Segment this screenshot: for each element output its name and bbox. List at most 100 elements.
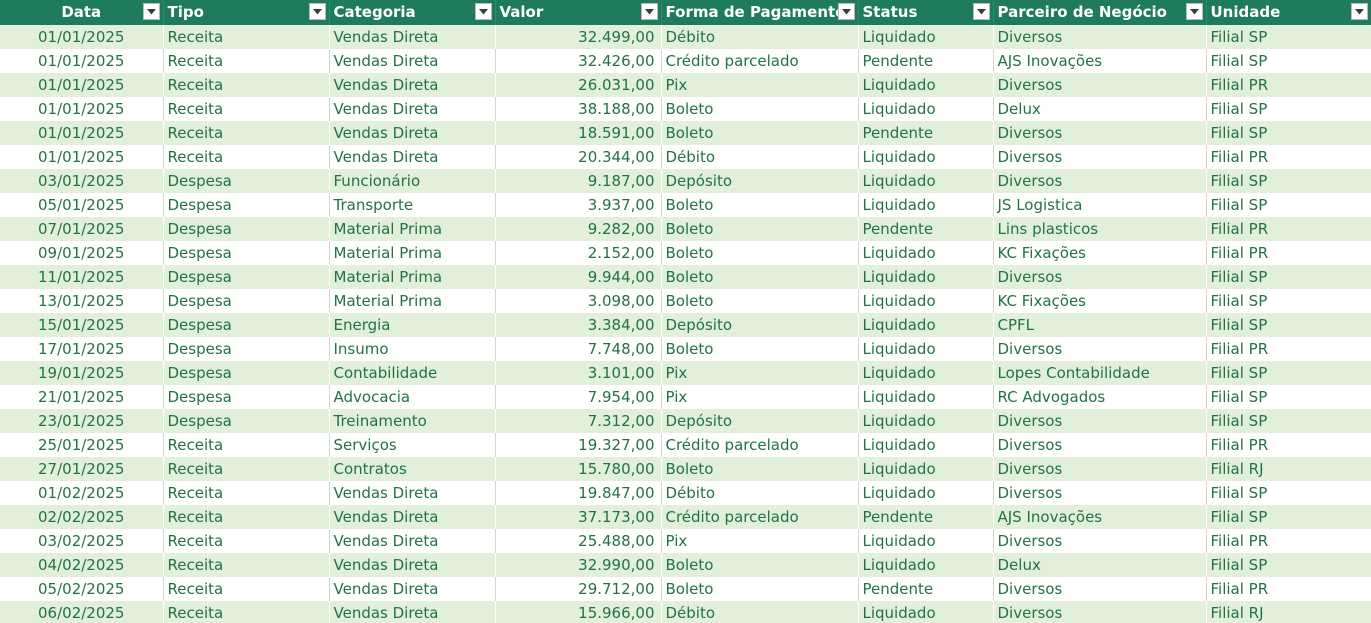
cell-tipo[interactable]: Receita: [163, 601, 330, 623]
cell-parceiro-de-negocio[interactable]: Delux: [993, 553, 1207, 577]
cell-unidade[interactable]: Filial PR: [1206, 433, 1371, 457]
cell-status[interactable]: Liquidado: [858, 361, 994, 385]
cell-tipo[interactable]: Receita: [163, 577, 330, 601]
cell-categoria[interactable]: Vendas Direta: [329, 73, 496, 97]
cell-categoria[interactable]: Funcionário: [329, 169, 496, 193]
cell-data[interactable]: 23/01/2025: [0, 409, 164, 433]
cell-forma-de-pagamento[interactable]: Pix: [661, 529, 859, 553]
cell-parceiro-de-negocio[interactable]: Diversos: [993, 577, 1207, 601]
cell-status[interactable]: Liquidado: [858, 601, 994, 623]
cell-unidade[interactable]: Filial PR: [1206, 241, 1371, 265]
cell-tipo[interactable]: Receita: [163, 529, 330, 553]
cell-data[interactable]: 27/01/2025: [0, 457, 164, 481]
cell-parceiro-de-negocio[interactable]: Lins plasticos: [993, 217, 1207, 241]
cell-categoria[interactable]: Vendas Direta: [329, 577, 496, 601]
cell-forma-de-pagamento[interactable]: Pix: [661, 385, 859, 409]
cell-tipo[interactable]: Receita: [163, 97, 330, 121]
cell-unidade[interactable]: Filial PR: [1206, 337, 1371, 361]
cell-unidade[interactable]: Filial SP: [1206, 505, 1371, 529]
cell-tipo[interactable]: Receita: [163, 25, 330, 49]
cell-parceiro-de-negocio[interactable]: Diversos: [993, 409, 1207, 433]
cell-forma-de-pagamento[interactable]: Débito: [661, 601, 859, 623]
column-header-data[interactable]: Data: [0, 0, 164, 25]
cell-valor[interactable]: 15.966,00: [495, 601, 662, 623]
cell-data[interactable]: 09/01/2025: [0, 241, 164, 265]
cell-data[interactable]: 05/01/2025: [0, 193, 164, 217]
table-row[interactable]: 11/01/2025 Despesa Material Prima 9.944,00 B…: [0, 265, 1371, 289]
table-row[interactable]: 19/01/2025 Despesa Contabilidade 3.101,00 Pi…: [0, 361, 1371, 385]
column-header-valor[interactable]: Valor: [495, 0, 662, 25]
cell-tipo[interactable]: Despesa: [163, 385, 330, 409]
cell-parceiro-de-negocio[interactable]: AJS Inovações: [993, 505, 1207, 529]
cell-status[interactable]: Liquidado: [858, 337, 994, 361]
cell-forma-de-pagamento[interactable]: Boleto: [661, 265, 859, 289]
cell-tipo[interactable]: Despesa: [163, 313, 330, 337]
cell-valor[interactable]: 32.990,00: [495, 553, 662, 577]
cell-unidade[interactable]: Filial RJ: [1206, 457, 1371, 481]
cell-categoria[interactable]: Vendas Direta: [329, 145, 496, 169]
cell-categoria[interactable]: Insumo: [329, 337, 496, 361]
table-row[interactable]: 01/01/2025 Receita Vendas Direta 32.499,00 D…: [0, 25, 1371, 49]
table-row[interactable]: 03/01/2025 Despesa Funcionário 9.187,00 Depó…: [0, 169, 1371, 193]
cell-forma-de-pagamento[interactable]: Crédito parcelado: [661, 433, 859, 457]
cell-forma-de-pagamento[interactable]: Boleto: [661, 289, 859, 313]
table-row[interactable]: 02/02/2025 Receita Vendas Direta 37.173,00 C…: [0, 505, 1371, 529]
cell-parceiro-de-negocio[interactable]: CPFL: [993, 313, 1207, 337]
cell-tipo[interactable]: Receita: [163, 553, 330, 577]
cell-forma-de-pagamento[interactable]: Boleto: [661, 577, 859, 601]
cell-categoria[interactable]: Material Prima: [329, 265, 496, 289]
cell-unidade[interactable]: Filial SP: [1206, 121, 1371, 145]
cell-status[interactable]: Liquidado: [858, 241, 994, 265]
cell-status[interactable]: Liquidado: [858, 169, 994, 193]
column-header-parceiro-de-negocio[interactable]: Parceiro de Negócio: [993, 0, 1207, 25]
cell-unidade[interactable]: Filial SP: [1206, 25, 1371, 49]
cell-data[interactable]: 25/01/2025: [0, 433, 164, 457]
cell-forma-de-pagamento[interactable]: Boleto: [661, 97, 859, 121]
cell-valor[interactable]: 7.954,00: [495, 385, 662, 409]
cell-parceiro-de-negocio[interactable]: Diversos: [993, 481, 1207, 505]
cell-status[interactable]: Liquidado: [858, 193, 994, 217]
cell-parceiro-de-negocio[interactable]: AJS Inovações: [993, 49, 1207, 73]
cell-unidade[interactable]: Filial RJ: [1206, 601, 1371, 623]
cell-forma-de-pagamento[interactable]: Pix: [661, 361, 859, 385]
cell-valor[interactable]: 15.780,00: [495, 457, 662, 481]
cell-parceiro-de-negocio[interactable]: Diversos: [993, 337, 1207, 361]
cell-data[interactable]: 01/01/2025: [0, 97, 164, 121]
cell-categoria[interactable]: Serviços: [329, 433, 496, 457]
cell-valor[interactable]: 26.031,00: [495, 73, 662, 97]
cell-status[interactable]: Pendente: [858, 577, 994, 601]
column-header-unidade[interactable]: Unidade: [1206, 0, 1371, 25]
cell-data[interactable]: 01/01/2025: [0, 121, 164, 145]
cell-valor[interactable]: 37.173,00: [495, 505, 662, 529]
cell-categoria[interactable]: Vendas Direta: [329, 481, 496, 505]
cell-categoria[interactable]: Treinamento: [329, 409, 496, 433]
table-row[interactable]: 03/02/2025 Receita Vendas Direta 25.488,00 P…: [0, 529, 1371, 553]
filter-dropdown-button[interactable]: [837, 3, 855, 20]
column-header-status[interactable]: Status: [858, 0, 994, 25]
column-header-tipo[interactable]: Tipo: [163, 0, 330, 25]
cell-unidade[interactable]: Filial SP: [1206, 97, 1371, 121]
cell-data[interactable]: 01/01/2025: [0, 25, 164, 49]
cell-unidade[interactable]: Filial PR: [1206, 217, 1371, 241]
cell-parceiro-de-negocio[interactable]: Diversos: [993, 121, 1207, 145]
cell-status[interactable]: Liquidado: [858, 457, 994, 481]
cell-data[interactable]: 02/02/2025: [0, 505, 164, 529]
cell-forma-de-pagamento[interactable]: Débito: [661, 25, 859, 49]
cell-valor[interactable]: 20.344,00: [495, 145, 662, 169]
cell-valor[interactable]: 7.748,00: [495, 337, 662, 361]
cell-parceiro-de-negocio[interactable]: KC Fixações: [993, 289, 1207, 313]
cell-parceiro-de-negocio[interactable]: Diversos: [993, 457, 1207, 481]
table-row[interactable]: 07/01/2025 Despesa Material Prima 9.282,00 B…: [0, 217, 1371, 241]
cell-categoria[interactable]: Vendas Direta: [329, 121, 496, 145]
table-row[interactable]: 04/02/2025 Receita Vendas Direta 32.990,00 B…: [0, 553, 1371, 577]
filter-dropdown-button[interactable]: [972, 3, 990, 20]
cell-forma-de-pagamento[interactable]: Boleto: [661, 217, 859, 241]
table-row[interactable]: 23/01/2025 Despesa Treinamento 7.312,00 Depó…: [0, 409, 1371, 433]
cell-status[interactable]: Liquidado: [858, 433, 994, 457]
cell-unidade[interactable]: Filial SP: [1206, 481, 1371, 505]
cell-categoria[interactable]: Vendas Direta: [329, 529, 496, 553]
cell-unidade[interactable]: Filial PR: [1206, 577, 1371, 601]
cell-tipo[interactable]: Receita: [163, 49, 330, 73]
cell-valor[interactable]: 3.098,00: [495, 289, 662, 313]
cell-parceiro-de-negocio[interactable]: Diversos: [993, 25, 1207, 49]
